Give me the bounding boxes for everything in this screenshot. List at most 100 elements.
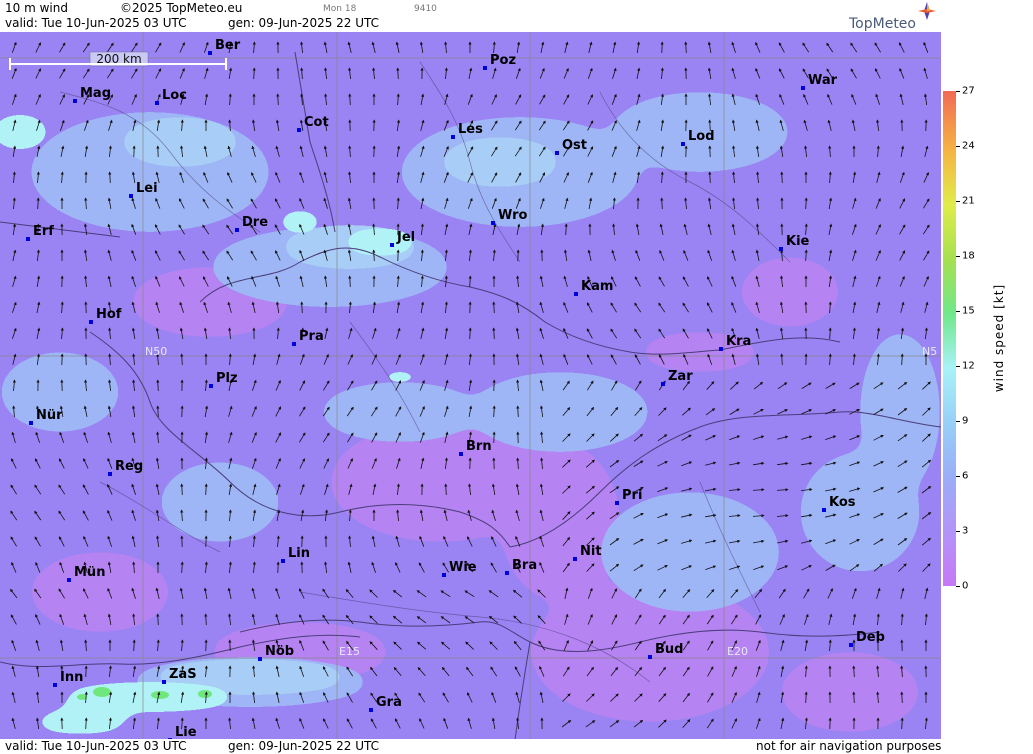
city-marker-dot: [648, 655, 652, 659]
compass-logo-icon: [918, 2, 936, 20]
city-label: Lei: [136, 181, 158, 196]
city-label: Gra: [376, 695, 402, 710]
city-label: Reg: [115, 459, 143, 474]
valid-time: valid: Tue 10-Jun-2025 03 UTC: [5, 16, 187, 30]
city-label: Lod: [688, 129, 715, 144]
header-bar: 10 m wind ©2025 TopMeteo.eu Mon 18 9410 …: [0, 0, 1033, 32]
city-label: Dre: [242, 215, 268, 230]
colorbar-tick-label: 12: [962, 360, 975, 372]
city-marker-dot: [459, 452, 463, 456]
city-marker-dot: [505, 571, 509, 575]
city-label: Ber: [215, 38, 241, 53]
colorbar-tick-label: 3: [962, 525, 969, 537]
colorbar-tick-label: 15: [962, 305, 975, 317]
colorbar-tick-label: 24: [962, 140, 975, 152]
colorbar-tick-mark: [956, 531, 960, 532]
city-marker-dot: [369, 708, 373, 712]
wind-map[interactable]: 200 km N50 N5 E15 E20 Ber Poz War Mag Loc Cot…: [0, 32, 941, 740]
city-label: Nöb: [265, 644, 294, 659]
city-marker-dot: [801, 86, 805, 90]
city-marker-dot: [73, 99, 77, 103]
footer-valid-time: valid: Tue 10-Jun-2025 03 UTC: [5, 739, 187, 753]
city-marker-dot: [235, 228, 239, 232]
city-marker-dot: [442, 573, 446, 577]
colorbar-tick-label: 18: [962, 250, 975, 262]
city-label: Erf: [33, 224, 54, 239]
city-marker-dot: [258, 657, 262, 661]
city-label: Bud: [655, 642, 683, 657]
city-marker-dot: [451, 135, 455, 139]
city-marker-dot: [281, 559, 285, 563]
run-number: 9410: [414, 4, 437, 14]
colorbar-tick-label: 21: [962, 195, 975, 207]
scale-bar-label: 200 km: [96, 52, 141, 66]
colorbar-tick-mark: [956, 586, 960, 587]
colorbar-tick-mark: [956, 311, 960, 312]
city-label: Wie: [449, 560, 477, 575]
lat-label-left: N50: [145, 345, 167, 358]
city-label: Poz: [490, 53, 516, 68]
city-label: Loc: [162, 88, 187, 103]
city-marker-dot: [681, 142, 685, 146]
colorbar-tick-mark: [956, 91, 960, 92]
city-marker-dot: [574, 292, 578, 296]
city-label: Mag: [80, 86, 111, 101]
colorbar-tick-mark: [956, 201, 960, 202]
city-label: Pra: [299, 329, 324, 344]
colorbar-tick-mark: [956, 146, 960, 147]
run-label: Mon 18: [323, 4, 357, 14]
city-label: Mün: [74, 565, 105, 580]
city-label: Ost: [562, 138, 587, 153]
footer-disclaimer: not for air navigation purposes: [756, 739, 942, 753]
city-label: Kra: [726, 334, 751, 349]
city-label: Lie: [175, 725, 197, 740]
copyright-text: ©2025 TopMeteo.eu: [120, 1, 243, 15]
city-label: Hof: [96, 307, 122, 322]
city-label: Plz: [216, 371, 238, 386]
city-marker-dot: [491, 221, 495, 225]
city-marker-dot: [162, 680, 166, 684]
city-label: Nit: [580, 544, 602, 559]
wind-map-canvas: 200 km N50 N5 E15 E20 Ber Poz War Mag Loc Cot…: [0, 32, 941, 740]
city-label: Jel: [396, 230, 415, 245]
colorbar-tick-mark: [956, 366, 960, 367]
city-marker-dot: [129, 194, 133, 198]
city-marker-dot: [483, 66, 487, 70]
city-marker-dot: [29, 421, 33, 425]
footer-generated-time: gen: 09-Jun-2025 22 UTC: [228, 739, 380, 753]
legend-panel: 27 24 21 18 15 12 9 6 3 0 wind speed [kt]: [941, 32, 1033, 740]
city-marker-dot: [53, 683, 57, 687]
city-marker-dot: [573, 557, 577, 561]
colorbar-tick-mark: [956, 421, 960, 422]
wind-speed-colorbar: [943, 91, 956, 586]
city-label: Bra: [512, 558, 537, 573]
city-marker-dot: [661, 382, 665, 386]
colorbar-tick-mark: [956, 256, 960, 257]
city-marker-dot: [822, 508, 826, 512]
city-label: Inn: [60, 670, 83, 685]
city-label: Lin: [288, 546, 310, 561]
city-label: Kam: [581, 279, 613, 294]
city-marker-dot: [719, 347, 723, 351]
city-marker-dot: [89, 320, 93, 324]
city-marker-dot: [779, 247, 783, 251]
city-marker-dot: [292, 342, 296, 346]
city-marker-dot: [67, 578, 71, 582]
city-marker-dot: [208, 51, 212, 55]
city-label: Brn: [466, 439, 492, 454]
city-marker-dot: [555, 151, 559, 155]
lat-label-right: N5: [922, 345, 937, 358]
colorbar-tick-label: 0: [962, 580, 969, 592]
city-label: ZaS: [169, 667, 197, 682]
colorbar-title: wind speed [kt]: [992, 283, 1006, 393]
colorbar-tick-mark: [956, 476, 960, 477]
city-label: Wro: [498, 208, 528, 223]
city-marker-dot: [108, 472, 112, 476]
city-label: Nür: [36, 408, 63, 423]
city-label: Pri: [622, 488, 642, 503]
lon-label-e20: E20: [727, 645, 748, 658]
generated-time: gen: 09-Jun-2025 22 UTC: [228, 16, 380, 30]
city-marker-dot: [297, 128, 301, 132]
city-label: Kie: [786, 234, 810, 249]
city-label: War: [808, 73, 838, 88]
